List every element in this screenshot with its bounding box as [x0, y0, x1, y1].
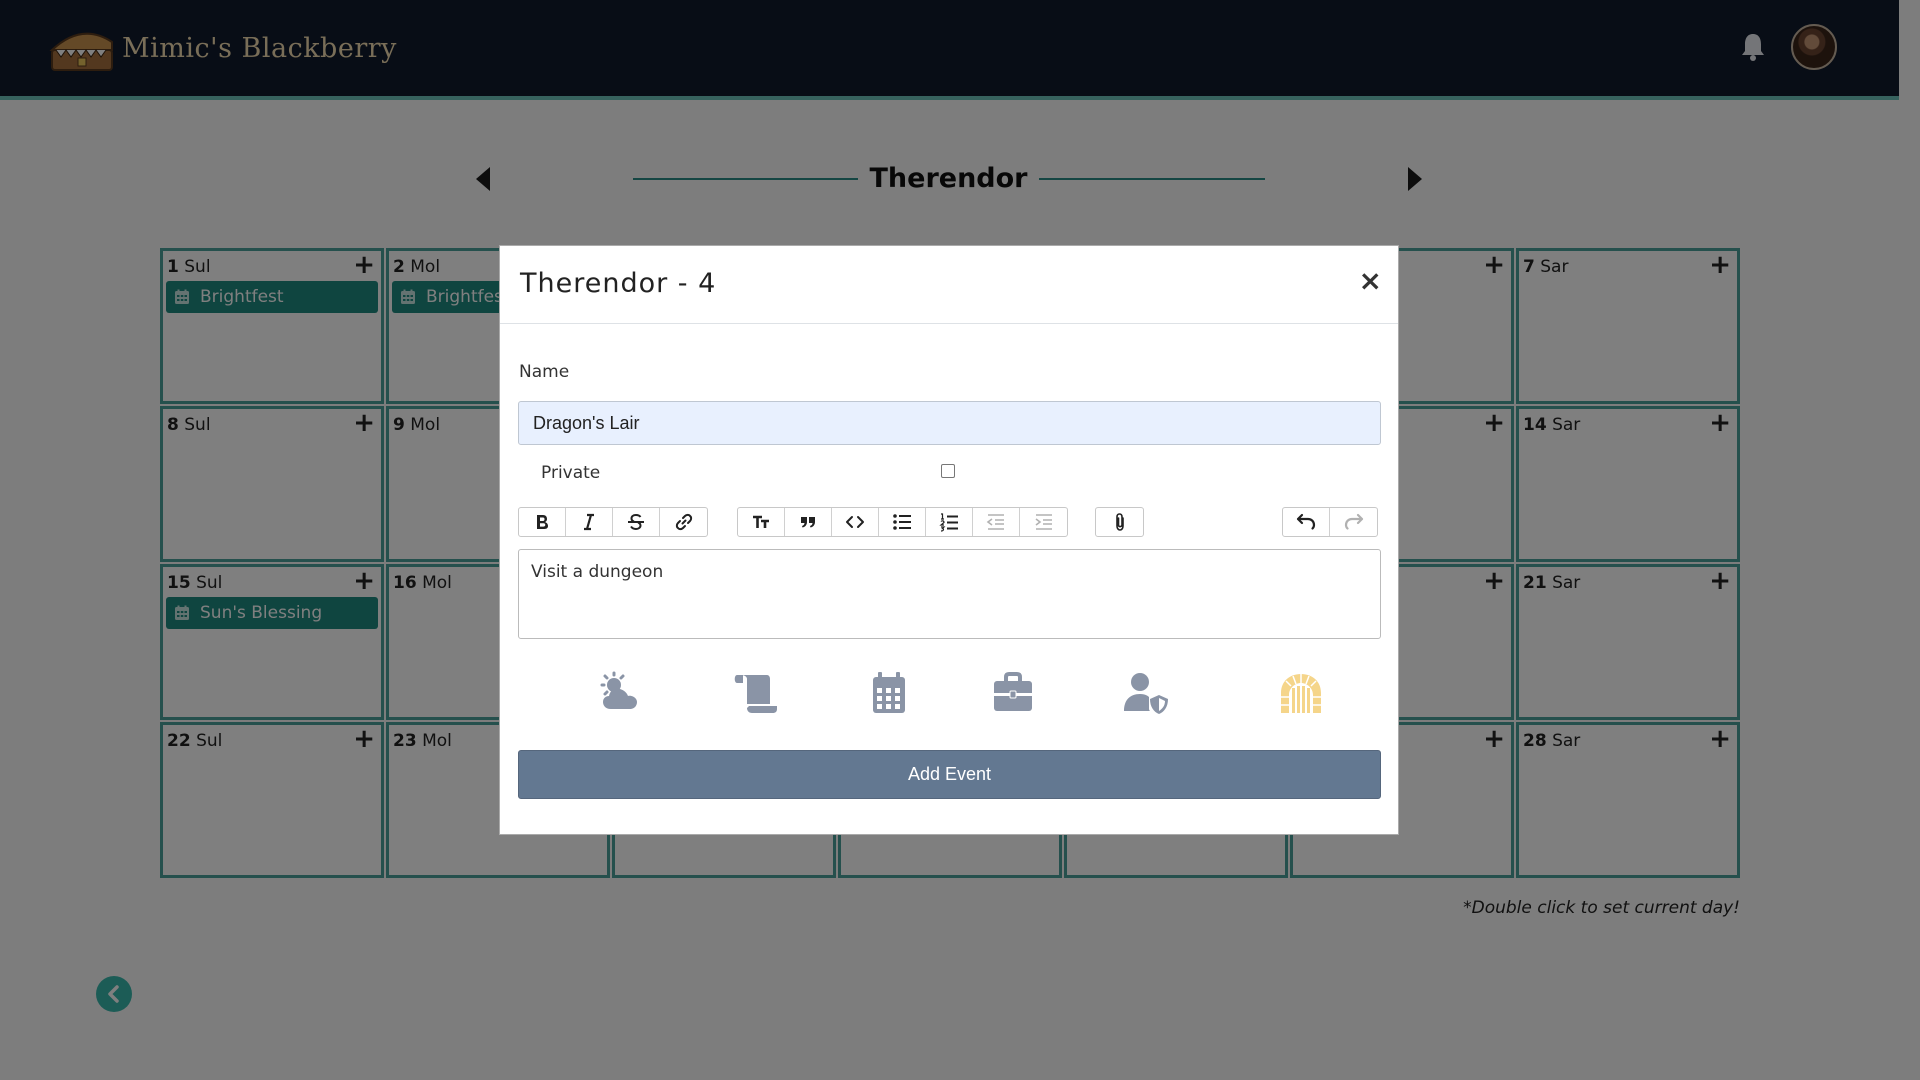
event-name-input[interactable]	[518, 401, 1381, 445]
modal-title: Therendor - 4	[520, 268, 717, 299]
format-toolbar-block	[737, 507, 1068, 537]
bold-button[interactable]	[519, 508, 566, 536]
outdent-icon	[986, 514, 1004, 530]
format-toolbar-text	[518, 507, 708, 537]
add-event-button[interactable]: Add Event	[518, 750, 1381, 799]
redo-button[interactable]	[1330, 508, 1377, 536]
indent-icon	[1035, 514, 1052, 530]
strikethrough-icon	[628, 513, 644, 531]
redo-icon	[1344, 513, 1363, 530]
quote-icon	[801, 517, 815, 528]
strikethrough-button[interactable]	[613, 508, 660, 536]
category-selector	[500, 671, 1400, 721]
format-toolbar-history	[1282, 507, 1378, 537]
private-label: Private	[541, 463, 601, 483]
attach-icon	[1115, 513, 1124, 531]
heading-button[interactable]	[738, 508, 785, 536]
format-toolbar-attach	[1095, 507, 1144, 537]
private-checkbox[interactable]	[941, 464, 955, 478]
numbered-list-button[interactable]	[926, 508, 973, 536]
attach-button[interactable]	[1096, 508, 1143, 536]
bullet-list-icon	[893, 514, 911, 530]
numbered-list-icon	[939, 513, 958, 532]
link-icon	[675, 513, 692, 531]
dungeon-icon[interactable]	[1277, 671, 1325, 715]
code-icon	[846, 516, 864, 528]
weather-icon[interactable]	[597, 671, 645, 715]
quote-button[interactable]	[785, 508, 832, 536]
indent-button[interactable]	[1020, 508, 1067, 536]
briefcase-icon[interactable]	[989, 671, 1037, 715]
heading-icon	[753, 515, 769, 528]
modal-header: Therendor - 4 ×	[500, 246, 1398, 324]
italic-icon	[584, 513, 594, 531]
bold-icon	[537, 515, 548, 529]
outdent-button[interactable]	[973, 508, 1020, 536]
link-button[interactable]	[660, 508, 707, 536]
italic-button[interactable]	[566, 508, 613, 536]
calendar-icon[interactable]	[865, 671, 913, 715]
code-button[interactable]	[832, 508, 879, 536]
name-label: Name	[519, 362, 570, 382]
undo-icon	[1296, 513, 1316, 530]
description-editor[interactable]: Visit a dungeon	[518, 549, 1381, 639]
bullet-list-button[interactable]	[879, 508, 926, 536]
user-shield-icon[interactable]	[1122, 671, 1170, 715]
add-event-modal: Therendor - 4 × Name Private	[499, 245, 1399, 835]
scroll-icon[interactable]	[733, 671, 781, 715]
close-button[interactable]: ×	[1359, 264, 1382, 297]
undo-button[interactable]	[1283, 508, 1330, 536]
